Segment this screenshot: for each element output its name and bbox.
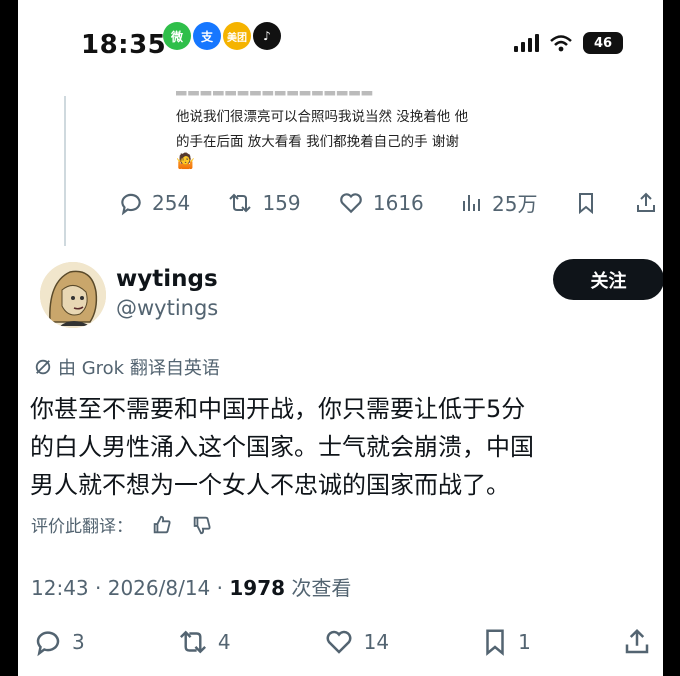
thumbs-up-icon[interactable] — [151, 514, 173, 536]
meta-separator: · — [95, 576, 108, 600]
meituan-icon: 美团 — [223, 22, 251, 50]
tiktok-icon: ♪ — [253, 22, 281, 50]
repost-icon — [229, 193, 252, 212]
alipay-icon: 支 — [193, 22, 221, 50]
battery-icon: 46 — [583, 32, 623, 54]
prev-reply-button[interactable]: 254 — [118, 190, 190, 216]
prev-share-button[interactable] — [634, 190, 658, 216]
like-count: 14 — [363, 630, 390, 654]
rate-translation-label: 评价此翻译： — [31, 517, 133, 537]
follow-button[interactable]: 关注 — [553, 259, 663, 300]
prev-repost-button[interactable]: 159 — [226, 190, 301, 216]
heart-icon — [340, 192, 362, 213]
heart-icon — [326, 630, 352, 654]
bookmark-count: 1 — [518, 630, 531, 654]
repost-count: 4 — [217, 630, 231, 654]
avatar-illustration — [40, 262, 106, 328]
tweet-meta: 12:43 · 2026/8/14 · 1978 次查看 — [31, 572, 351, 601]
prev-bookmark-button[interactable] — [574, 190, 598, 216]
cellular-signal-icon — [514, 34, 539, 52]
tweet-text-line: 的白人男性涌入这个国家。士气就会崩溃，中国 — [30, 433, 534, 461]
share-icon — [636, 192, 655, 212]
tweet-text: 你甚至不需要和中国开战，你只需要让低于5分 的白人男性涌入这个国家。士气就会崩溃… — [30, 390, 640, 504]
tweet-detail-screen: 18:35 微 支 美团 ♪ 46 ▀▀▀▀▀▀▀▀▀▀▀▀▀▀▀▀ 他说我们很… — [18, 0, 663, 676]
tweet-views-count: 1978 — [229, 576, 286, 600]
reply-icon — [36, 631, 60, 657]
prev-tweet-actions: 254 159 1616 25万 — [118, 188, 658, 217]
bookmark-icon — [578, 192, 593, 214]
status-indicators: 46 — [514, 32, 623, 54]
thumbs-down-icon[interactable] — [191, 514, 213, 536]
reply-count: 3 — [72, 630, 85, 654]
status-bar: 18:35 微 支 美团 ♪ 46 — [18, 0, 663, 80]
thread-connector-line — [64, 96, 66, 246]
prev-like-button[interactable]: 1616 — [337, 190, 424, 216]
prev-tweet-line: 的手在后面 放大看看 我们都挽着自己的手 谢谢 — [176, 134, 459, 150]
prev-views-button[interactable]: 25万 — [460, 188, 537, 217]
prev-repost-count: 159 — [262, 190, 301, 215]
share-button[interactable] — [622, 627, 652, 657]
tweet-views-label: 次查看 — [291, 576, 352, 600]
tweet-text-line: 男人就不想为一个女人不忠诚的国家而战了。 — [30, 471, 510, 499]
tweet-date: 2026/8/14 — [107, 576, 211, 600]
display-name[interactable]: wytings — [116, 266, 218, 292]
tweet-text-line: 你甚至不需要和中国开战，你只需要让低于5分 — [30, 395, 526, 423]
rate-translation: 评价此翻译： — [31, 512, 213, 537]
prev-like-count: 1616 — [372, 190, 424, 215]
prev-reply-count: 254 — [152, 190, 191, 215]
tweet-time: 12:43 — [31, 576, 89, 600]
shrug-emoji: 🤷 — [176, 152, 195, 170]
reply-icon — [121, 193, 141, 215]
user-handle[interactable]: @wytings — [116, 296, 218, 320]
views-chart-icon — [463, 194, 481, 211]
repost-button[interactable]: 4 — [176, 627, 231, 657]
bookmark-icon — [486, 629, 504, 656]
wechat-icon: 微 — [163, 22, 191, 50]
like-button[interactable]: 14 — [322, 627, 389, 657]
grok-icon — [35, 359, 51, 375]
tweet-actions: 3 4 14 1 — [32, 627, 652, 657]
share-icon — [625, 628, 649, 654]
meta-separator: · — [216, 576, 230, 600]
status-time: 18:35 — [81, 30, 167, 60]
avatar[interactable] — [40, 262, 106, 328]
wifi-icon — [550, 35, 572, 52]
reply-button[interactable]: 3 — [32, 627, 85, 657]
prev-views-count: 25万 — [492, 192, 538, 216]
prev-tweet-cut-line: ▀▀▀▀▀▀▀▀▀▀▀▀▀▀▀▀ — [176, 91, 375, 101]
bookmark-button[interactable]: 1 — [480, 627, 531, 657]
prev-tweet-text: ▀▀▀▀▀▀▀▀▀▀▀▀▀▀▀▀ 他说我们很漂亮可以合照吗我说当然 没挽着他 他… — [176, 91, 516, 155]
translation-note[interactable]: 由 Grok 翻译自英语 — [34, 354, 220, 380]
repost-icon — [179, 630, 206, 654]
translation-label: 由 Grok 翻译自英语 — [58, 358, 220, 379]
prev-tweet-line: 他说我们很漂亮可以合照吗我说当然 没挽着他 他 — [176, 109, 469, 125]
